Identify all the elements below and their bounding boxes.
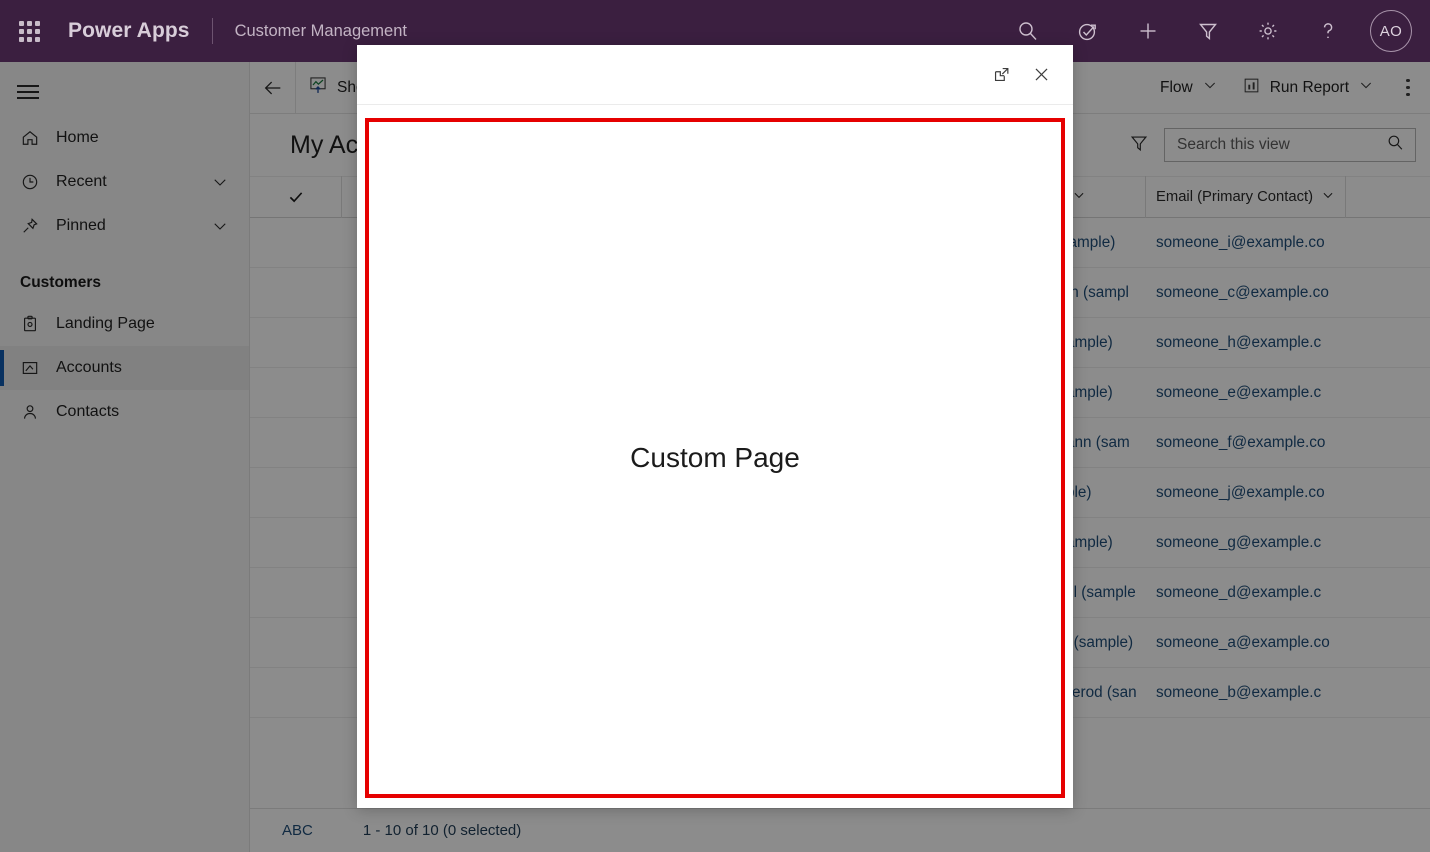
plus-icon <box>1136 19 1160 43</box>
custom-page-dialog: Custom Page <box>357 45 1073 808</box>
close-icon <box>1032 65 1051 84</box>
settings-button[interactable] <box>1238 0 1298 62</box>
avatar[interactable]: AO <box>1370 10 1412 52</box>
help-icon <box>1316 19 1340 43</box>
expand-dialog-button[interactable] <box>981 55 1021 95</box>
filter-icon <box>1196 19 1220 43</box>
app-launcher-button[interactable] <box>0 0 58 62</box>
diagnostics-icon <box>1076 19 1100 43</box>
open-in-new-window-icon <box>992 65 1011 84</box>
custom-page-label: Custom Page <box>630 442 800 474</box>
filter-button[interactable] <box>1178 0 1238 62</box>
waffle-icon <box>19 21 40 42</box>
gear-icon <box>1256 19 1280 43</box>
help-button[interactable] <box>1298 0 1358 62</box>
custom-page-canvas: Custom Page <box>365 118 1065 798</box>
header-divider <box>212 18 213 44</box>
brand-title[interactable]: Power Apps <box>68 19 190 43</box>
app-name-label: Customer Management <box>235 22 407 41</box>
power-apps-window: Power Apps Customer Management <box>0 0 1430 852</box>
search-icon <box>1016 19 1040 43</box>
new-button[interactable] <box>1118 0 1178 62</box>
close-dialog-button[interactable] <box>1021 55 1061 95</box>
dialog-header <box>357 45 1073 105</box>
